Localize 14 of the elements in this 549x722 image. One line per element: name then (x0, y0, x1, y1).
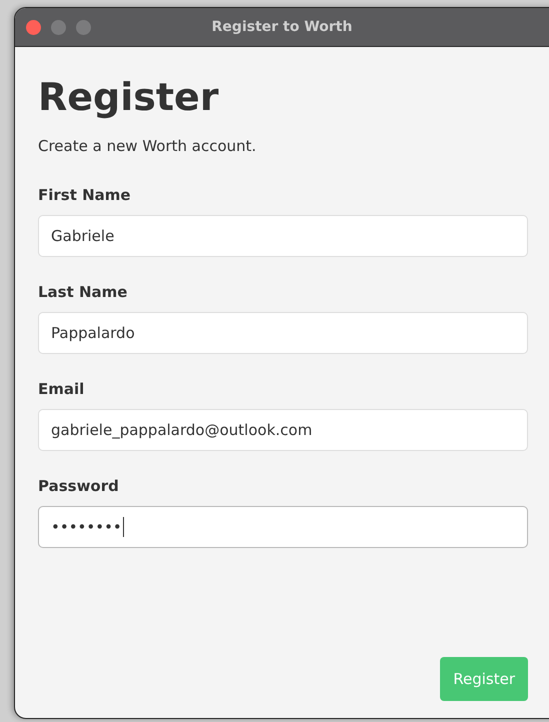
page-heading: Register (38, 74, 220, 120)
subtitle: Create a new Worth account. (38, 137, 258, 155)
close-button[interactable] (26, 20, 41, 34)
window-title: Register to Worth (212, 19, 352, 35)
field-label: Email (38, 380, 86, 398)
field-label: Password (38, 477, 120, 495)
field-label: Last Name (38, 283, 128, 301)
minimize-button[interactable] (51, 20, 66, 34)
input-field[interactable]: Gabriele (38, 215, 528, 257)
input-field[interactable]: gabriele_pappalardo@outlook.com (38, 409, 528, 451)
input-field[interactable]: Pappalardo (38, 312, 528, 354)
input-field[interactable]: •••••••• (38, 506, 528, 548)
field-label: First Name (38, 186, 132, 204)
maximize-button[interactable] (76, 20, 91, 34)
